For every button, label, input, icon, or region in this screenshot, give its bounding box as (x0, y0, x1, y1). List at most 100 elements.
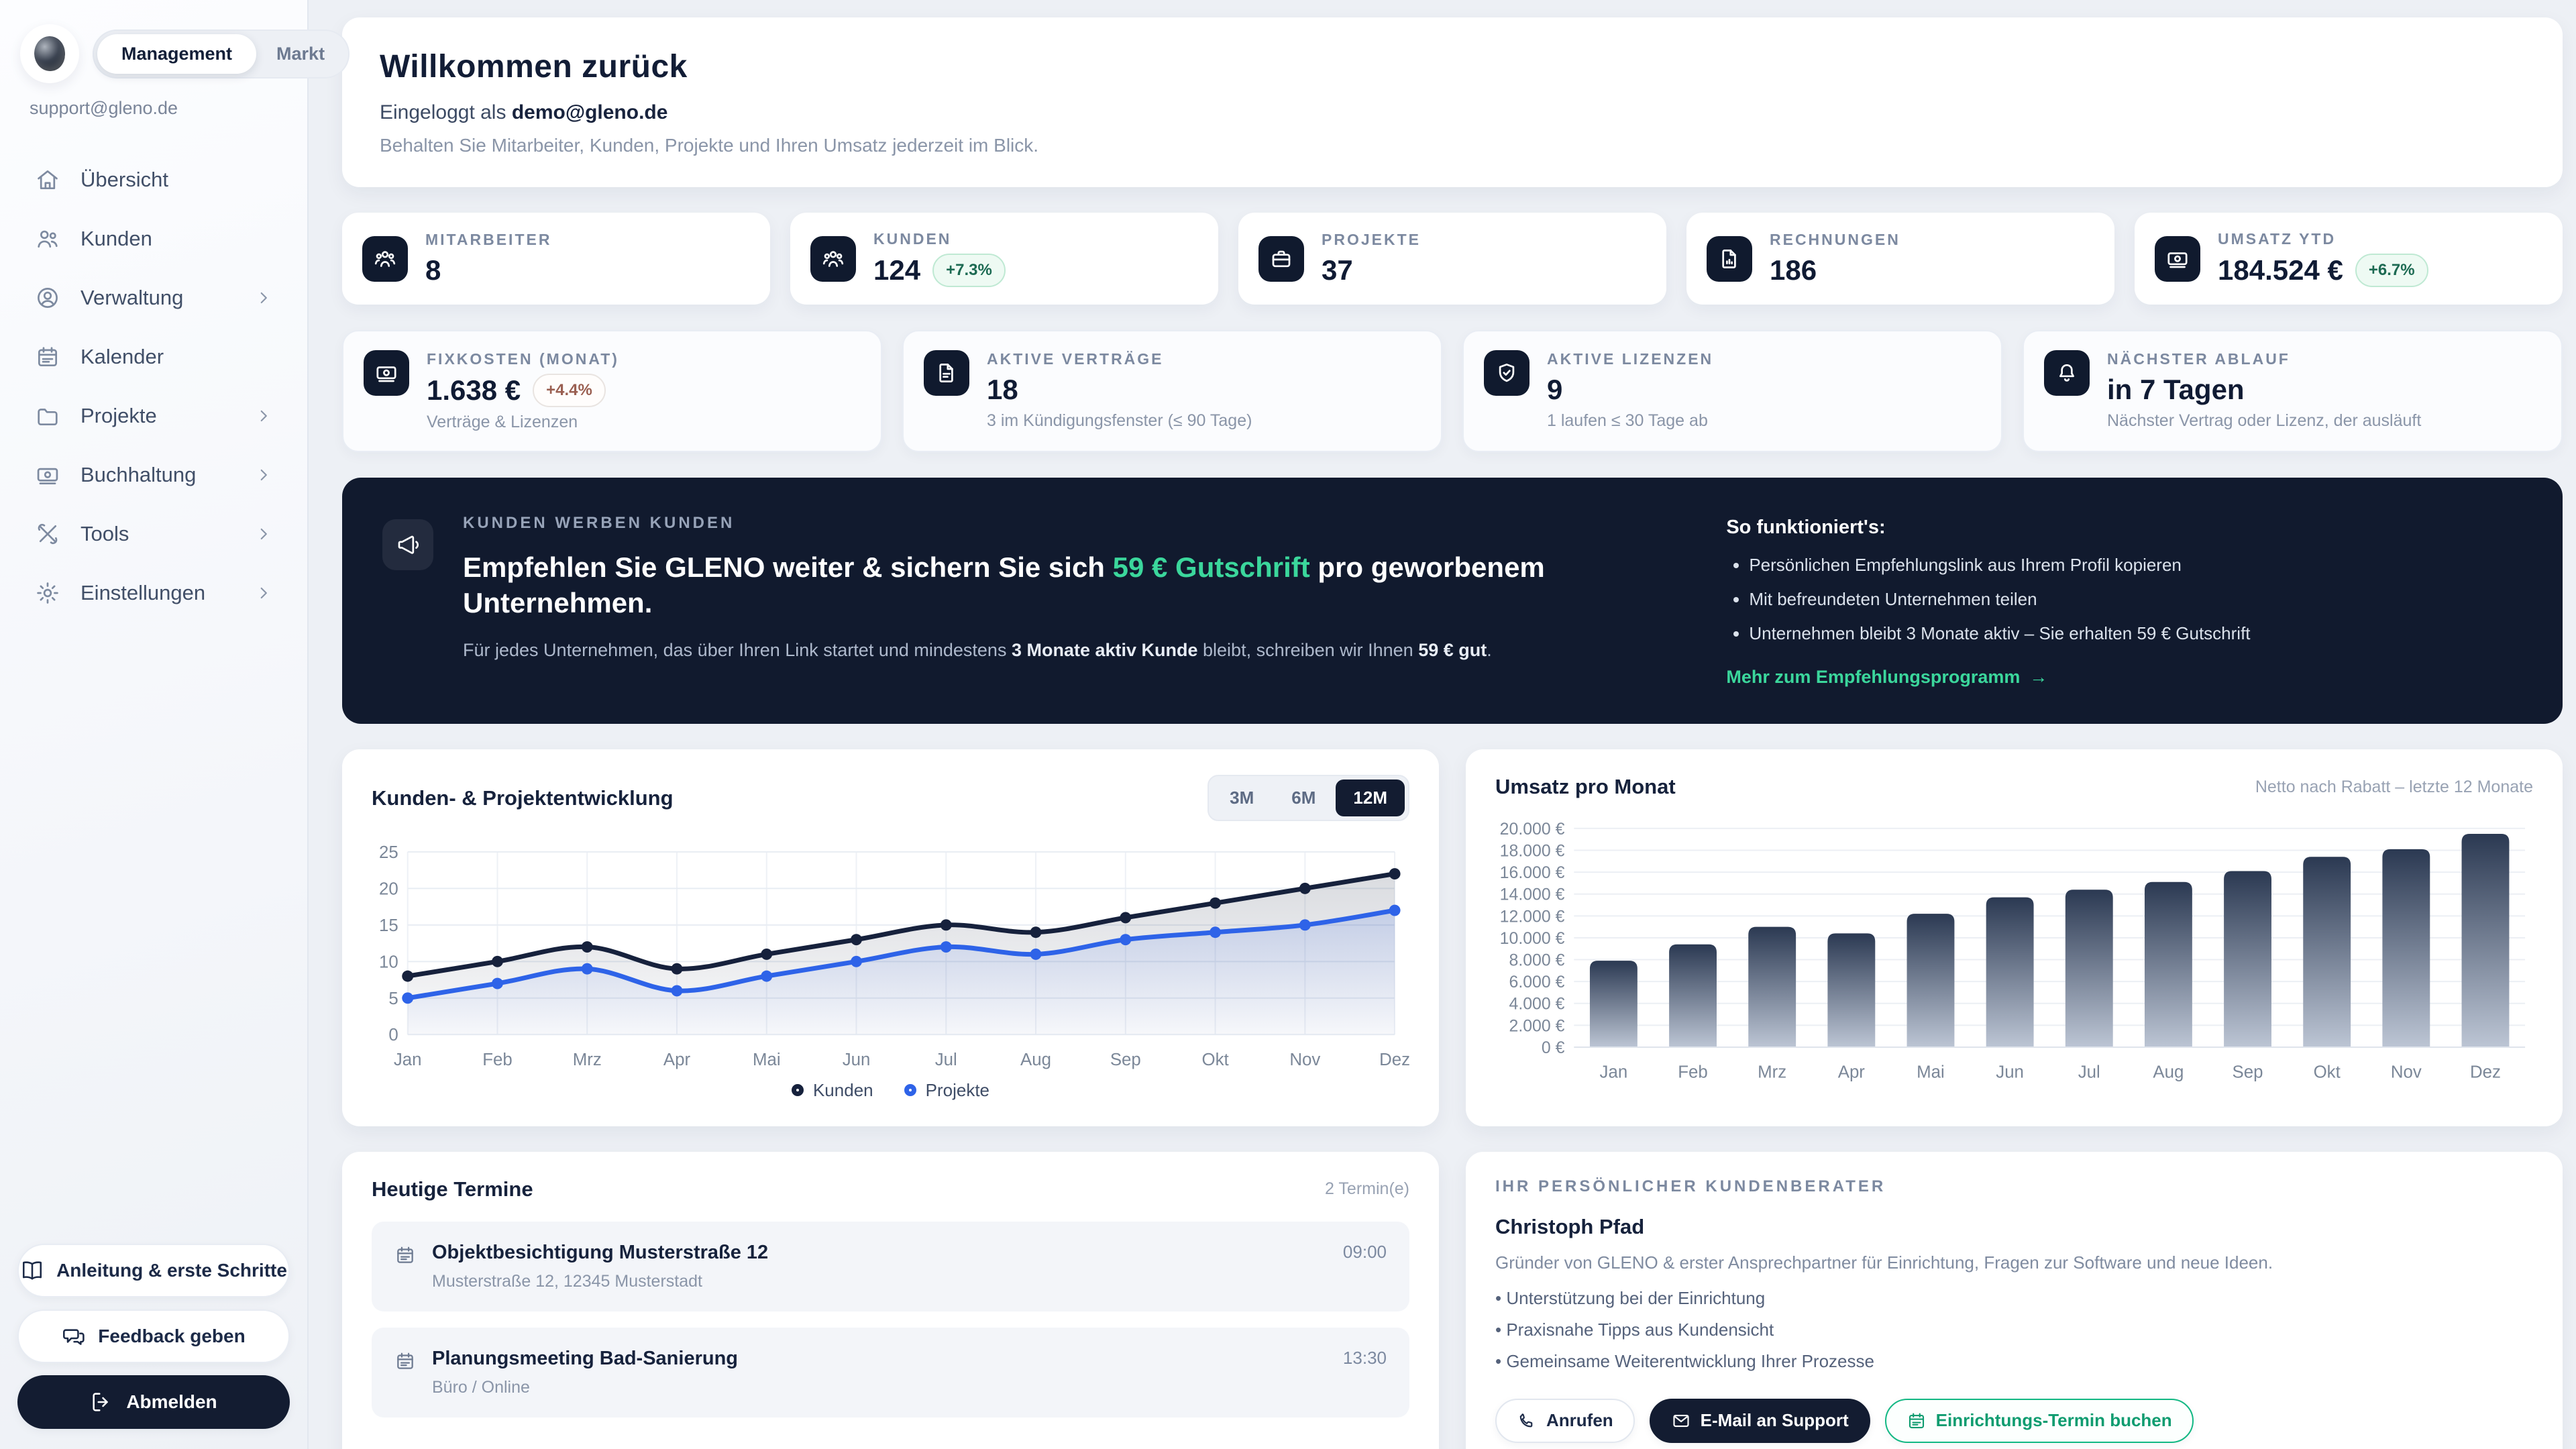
logout-icon (90, 1390, 114, 1414)
referral-program-link[interactable]: Mehr zum Empfehlungsprogramm → (1726, 667, 2047, 688)
headline-pre: Empfehlen Sie GLENO weiter & sichern Sie… (463, 551, 1113, 583)
stat-card-rechnungen: RECHNUNGEN 186 (1686, 213, 2114, 305)
trend-badge: +6.7% (2355, 254, 2428, 287)
sidebar-item-kalender[interactable]: Kalender (20, 332, 287, 382)
arrow-right-icon: → (2029, 667, 2047, 688)
appointment-location: Musterstraße 12, 12345 Musterstadt (432, 1272, 1327, 1291)
stat-label: UMSATZ YTD (2218, 230, 2428, 248)
stat-label: PROJEKTE (1322, 231, 1421, 249)
svg-text:Sep: Sep (2233, 1063, 2263, 1082)
welcome-card: Willkommen zurück Eingeloggt als demo@gl… (342, 17, 2563, 187)
feedback-button-label: Feedback geben (98, 1326, 245, 1347)
development-line-chart: JanFebMrzAprMaiJunJulAugSepOktNovDez0510… (372, 839, 1409, 1073)
chevron-right-icon (255, 525, 272, 543)
appointment-row[interactable]: Planungsmeeting Bad-Sanierung Büro / Onl… (372, 1328, 1409, 1417)
referral-link-label: Mehr zum Empfehlungsprogramm (1726, 667, 2020, 688)
phone-icon (1517, 1411, 1537, 1431)
svg-text:0 €: 0 € (1542, 1039, 1565, 1057)
logout-button[interactable]: Abmelden (17, 1375, 290, 1429)
stat-subtext: 3 im Kündigungsfenster (≤ 90 Tage) (987, 411, 1252, 431)
advisor-eyebrow: IHR PERSÖNLICHER KUNDENBERATER (1495, 1177, 2533, 1196)
revenue-bar-chart: 0 €2.000 €4.000 €6.000 €8.000 €10.000 €1… (1495, 816, 2533, 1086)
mode-switch: Management Markt (93, 30, 350, 78)
team-icon (362, 236, 408, 282)
stat-subtext: Verträge & Lizenzen (427, 413, 619, 432)
sidebar-nav: Übersicht Kunden Verwaltung Kalender Pro… (20, 155, 287, 618)
appointment-title: Objektbesichtigung Musterstraße 12 (432, 1242, 1327, 1264)
stat-label: NÄCHSTER ABLAUF (2107, 350, 2421, 368)
sidebar-footer: Anleitung & erste Schritte Feedback gebe… (17, 1244, 290, 1429)
svg-text:Feb: Feb (482, 1051, 513, 1069)
stats-row-primary: MITARBEITER 8 KUNDEN 124 +7.3% PROJEKTE … (342, 213, 2563, 305)
appointments-count: 2 Termin(e) (1325, 1179, 1409, 1199)
stat-card-mitarbeiter: MITARBEITER 8 (342, 213, 770, 305)
bottom-row: Heutige Termine 2 Termin(e) Objektbesich… (342, 1152, 2563, 1449)
range-12m-button[interactable]: 12M (1336, 780, 1405, 816)
body-mid: bleibt, schreiben wir Ihnen (1198, 640, 1419, 660)
sidebar-item-label: Kalender (80, 345, 272, 369)
advisor-bullet: • Gemeinsame Weiterentwicklung Ihrer Pro… (1495, 1351, 2533, 1372)
stat-value: 18 (987, 374, 1018, 406)
svg-text:Apr: Apr (1838, 1063, 1866, 1082)
shield-check-icon (1484, 350, 1529, 396)
svg-text:0: 0 (388, 1026, 398, 1044)
legend-label: Projekte (926, 1080, 989, 1101)
sidebar-item-uebersicht[interactable]: Übersicht (20, 155, 287, 205)
tab-markt[interactable]: Markt (256, 34, 345, 74)
invoice-icon (1707, 236, 1752, 282)
appointment-row[interactable]: Objektbesichtigung Musterstraße 12 Muste… (372, 1222, 1409, 1311)
referral-body: Für jedes Unternehmen, das über Ihren Li… (463, 638, 1697, 663)
how-title: So funktioniert's: (1726, 517, 2522, 539)
legend-label: Kunden (813, 1080, 873, 1101)
stats-row-secondary: FIXKOSTEN (MONAT) 1.638 € +4.4% Verträge… (342, 330, 2563, 452)
svg-text:Mrz: Mrz (573, 1051, 602, 1069)
stat-card-projekte: PROJEKTE 37 (1238, 213, 1666, 305)
range-3m-button[interactable]: 3M (1212, 780, 1271, 816)
sidebar-header: Management Markt (20, 24, 287, 83)
appointments-list: Objektbesichtigung Musterstraße 12 Muste… (372, 1222, 1409, 1417)
sidebar-item-buchhaltung[interactable]: Buchhaltung (20, 450, 287, 500)
legend-marker (904, 1084, 916, 1096)
svg-text:Nov: Nov (2391, 1063, 2422, 1082)
referral-banner: KUNDEN WERBEN KUNDEN Empfehlen Sie GLENO… (342, 478, 2563, 724)
svg-text:5: 5 (388, 989, 398, 1008)
sidebar-item-verwaltung[interactable]: Verwaltung (20, 273, 287, 323)
stat-label: MITARBEITER (425, 231, 551, 249)
appointment-time: 13:30 (1343, 1348, 1387, 1397)
stat-value: 9 (1547, 374, 1562, 406)
briefcase-icon (1258, 236, 1304, 282)
banknote-icon (35, 462, 60, 488)
development-chart-title: Kunden- & Projektentwicklung (372, 786, 674, 810)
sidebar-item-label: Projekte (80, 404, 235, 428)
svg-text:4.000 €: 4.000 € (1509, 996, 1565, 1014)
advisor-panel: IHR PERSÖNLICHER KUNDENBERATER Christoph… (1466, 1152, 2563, 1449)
legend-item-kunden: Kunden (792, 1080, 873, 1101)
sidebar-item-tools[interactable]: Tools (20, 509, 287, 559)
stat-card-kunden: KUNDEN 124 +7.3% (790, 213, 1218, 305)
guide-button[interactable]: Anleitung & erste Schritte (17, 1244, 290, 1297)
stat-value: 8 (425, 254, 441, 286)
login-status: Eingeloggt als demo@gleno.de (380, 101, 2525, 124)
feedback-button[interactable]: Feedback geben (17, 1309, 290, 1363)
sidebar-item-projekte[interactable]: Projekte (20, 391, 287, 441)
book-setup-appointment-button[interactable]: Einrichtungs-Termin buchen (1885, 1399, 2194, 1443)
sidebar-item-einstellungen[interactable]: Einstellungen (20, 568, 287, 618)
logout-button-label: Abmelden (126, 1391, 217, 1413)
body-bold1: 3 Monate aktiv Kunde (1012, 640, 1198, 660)
svg-text:Jul: Jul (935, 1051, 957, 1069)
tab-management[interactable]: Management (97, 34, 256, 74)
stat-card-umsatz-ytd: UMSATZ YTD 184.524 € +6.7% (2135, 213, 2563, 305)
sidebar-item-kunden[interactable]: Kunden (20, 214, 287, 264)
book-open-icon (20, 1258, 44, 1283)
svg-text:10.000 €: 10.000 € (1500, 930, 1565, 948)
welcome-subtitle: Behalten Sie Mitarbeiter, Kunden, Projek… (380, 135, 2525, 156)
call-button[interactable]: Anrufen (1495, 1399, 1635, 1443)
stat-card-fixkosten: FIXKOSTEN (MONAT) 1.638 € +4.4% Verträge… (342, 330, 882, 452)
stat-value: 184.524 € (2218, 254, 2343, 286)
stat-label: RECHNUNGEN (1770, 231, 1900, 249)
email-support-button[interactable]: E-Mail an Support (1650, 1399, 1870, 1443)
how-steps: Persönlichen Empfehlungslink aus Ihrem P… (1749, 555, 2522, 644)
login-prefix: Eingeloggt als (380, 101, 512, 123)
range-6m-button[interactable]: 6M (1274, 780, 1333, 816)
advisor-name: Christoph Pfad (1495, 1215, 2533, 1239)
